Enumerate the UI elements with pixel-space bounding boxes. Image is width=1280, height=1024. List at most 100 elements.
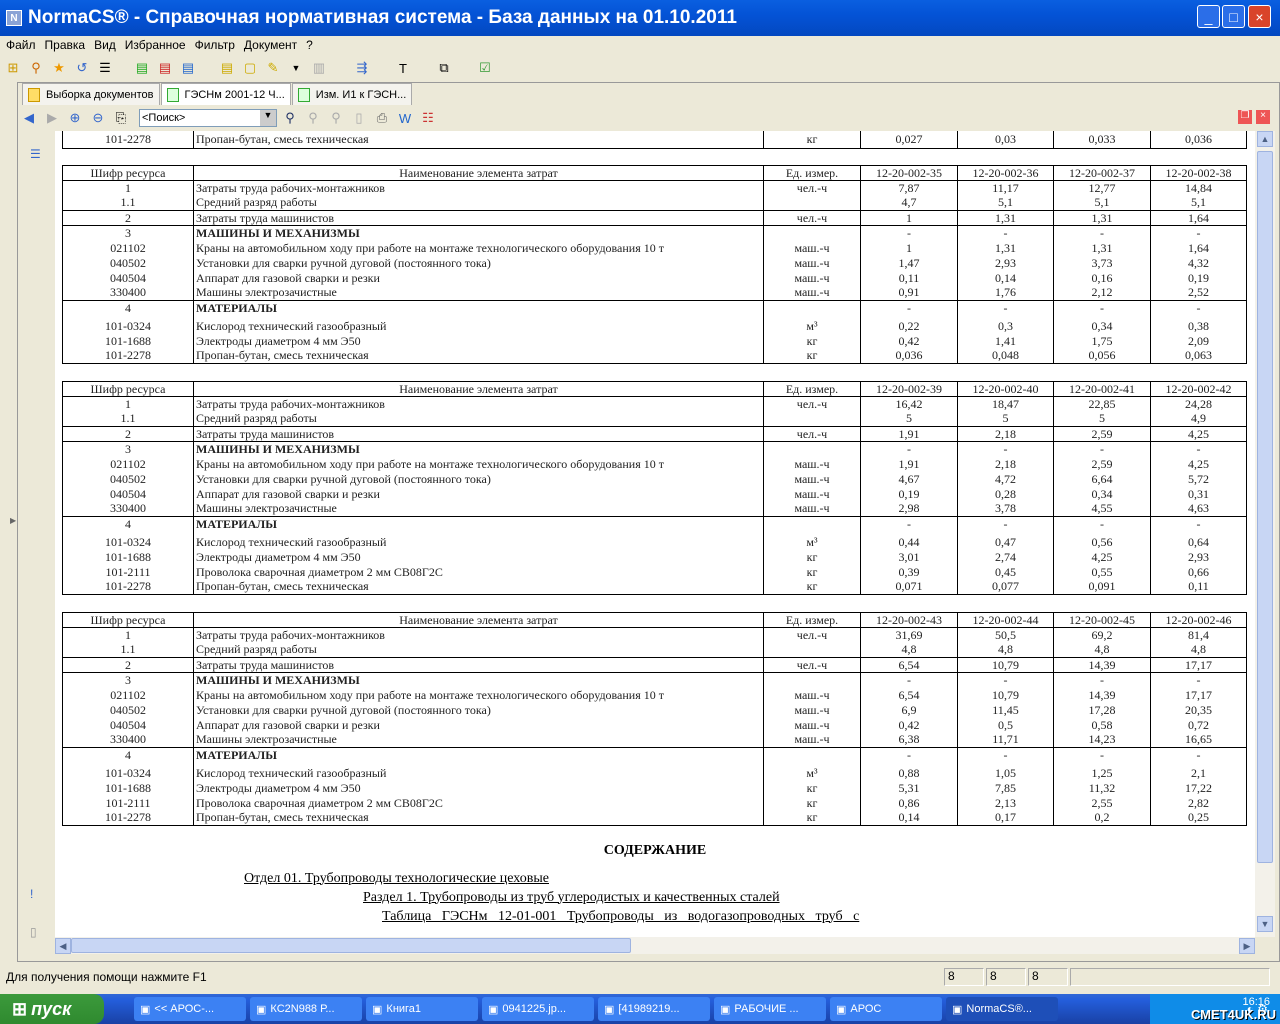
taskbar-button[interactable]: ▣ Книга1 <box>366 997 478 1021</box>
green-doc-icon[interactable]: ▤ <box>133 59 151 77</box>
compare-icon[interactable]: ⧉ <box>435 59 453 77</box>
toc-link-text[interactable]: Таблица ГЭСНм 12-01-001 Трубопроводы из … <box>382 909 859 924</box>
start-button[interactable]: ⊞ пуск <box>0 994 104 1024</box>
menu-edit[interactable]: Правка <box>45 38 86 52</box>
table-row: 1 Затраты труда рабочих-монтажников чел.-ч… <box>62 627 1247 642</box>
maximize-button[interactable]: □ <box>1222 5 1245 28</box>
left-gutter: ☰ ▶ ! ▯ <box>10 131 54 939</box>
tab-change-i1[interactable]: Изм. И1 к ГЭСН... <box>291 83 413 105</box>
restore-doc-icon[interactable]: ❐ <box>1238 110 1252 124</box>
horizontal-scrollbar[interactable]: ◀ ▶ <box>55 937 1255 954</box>
contents-icon[interactable]: ☰ <box>30 147 41 161</box>
copy-icon[interactable]: ▯ <box>350 109 368 127</box>
tab-document-selection[interactable]: Выборка документов <box>22 83 160 105</box>
doc-icon[interactable]: ▤ <box>218 59 236 77</box>
table-row: 1.1 Средний разряд работы 4,7 5,1 5,1 5,1 <box>62 195 1247 210</box>
text-icon[interactable]: T <box>394 59 412 77</box>
check-icon[interactable]: ☑ <box>476 59 494 77</box>
history-icon[interactable]: ↺ <box>73 59 91 77</box>
menu-filter[interactable]: Фильтр <box>195 38 235 52</box>
tree-icon[interactable]: ⊞ <box>4 59 22 77</box>
alert-icon[interactable]: ! <box>30 887 33 901</box>
toc-link-section[interactable]: Отдел 01. Трубопроводы технологические ц… <box>55 871 1255 890</box>
zoom-out-icon[interactable]: ⊖ <box>89 109 107 127</box>
word-export-icon[interactable]: W <box>396 109 414 127</box>
value: 0,45 <box>957 564 1054 579</box>
scroll-right-icon[interactable]: ▶ <box>1239 938 1255 954</box>
taskbar-button[interactable]: ▣ АРОС <box>830 997 942 1021</box>
status-text: Для получения помощи нажмите F1 <box>6 970 207 984</box>
find-prev-icon[interactable]: ⚲ <box>304 109 322 127</box>
expand-arrow-icon[interactable]: ▶ <box>10 516 16 525</box>
table-row: 2 Затраты труда машинистов чел.-ч 6,54 10,79… <box>62 656 1247 672</box>
menu-view[interactable]: Вид <box>94 38 116 52</box>
value: 0,11 <box>1150 579 1247 595</box>
close-button[interactable]: × <box>1248 5 1271 28</box>
toc-link-table[interactable]: Таблица ГЭСНм 12-01-001 Трубопроводы из … <box>55 909 1255 928</box>
resource-code: 2 <box>62 209 194 225</box>
tree-add-icon[interactable]: ⇶ <box>353 59 371 77</box>
scroll-down-icon[interactable]: ▼ <box>1257 916 1273 932</box>
red-doc-icon[interactable]: ▤ <box>156 59 174 77</box>
taskbar-button[interactable]: ▣ КС2N988 Р... <box>250 997 362 1021</box>
taskbar-button[interactable]: ▣ << АРОС-... <box>134 997 246 1021</box>
value: 0,19 <box>1150 270 1247 285</box>
taskbar-button[interactable]: ▣ РАБОЧИЕ ... <box>714 997 826 1021</box>
header-unit: Ед. измер. <box>763 611 861 628</box>
status-pane-empty <box>1070 968 1270 986</box>
print-icon[interactable]: ⎙ <box>373 109 391 127</box>
find-next-icon[interactable]: ⚲ <box>327 109 345 127</box>
menu-document[interactable]: Документ <box>244 38 297 52</box>
value: 1,75 <box>1053 333 1151 348</box>
zoom-in-icon[interactable]: ⊕ <box>66 109 84 127</box>
menu-favorites[interactable]: Избранное <box>125 38 186 52</box>
menu-file[interactable]: Файл <box>6 38 36 52</box>
unit: м³ <box>763 315 861 333</box>
table-row: 021102 Краны на автомобильном ходу при ра… <box>62 687 1247 702</box>
unit <box>763 440 861 456</box>
tab-gesnm[interactable]: ГЭСНм 2001-12 Ч... <box>160 83 291 105</box>
close-doc-icon[interactable]: × <box>1256 110 1270 124</box>
unit <box>763 299 861 315</box>
horizontal-scroll-thumb[interactable] <box>71 938 631 953</box>
minimize-button[interactable]: _ <box>1197 5 1220 28</box>
resource-code: 021102 <box>62 240 194 255</box>
value: 81,4 <box>1150 627 1247 642</box>
toc-link-text[interactable]: Раздел 1. Трубопроводы из труб углеродис… <box>363 890 780 905</box>
value: 0,071 <box>860 579 958 595</box>
pages-icon[interactable]: ▥ <box>310 59 328 77</box>
search-combobox[interactable]: <Поиск> ▼ <box>139 109 277 127</box>
value: 6,54 <box>860 656 958 672</box>
doc-edit-icon[interactable]: ✎ <box>264 59 282 77</box>
table-row: 1 Затраты труда рабочих-монтажников чел.-ч… <box>62 180 1247 195</box>
list-icon[interactable]: ☰ <box>96 59 114 77</box>
taskbar-button[interactable]: ▣ [41989219... <box>598 997 710 1021</box>
resource-table: Шифр ресурса Наименование элемента затрат… <box>55 611 1255 826</box>
blue-doc-icon[interactable]: ▤ <box>179 59 197 77</box>
star-icon[interactable]: ★ <box>50 59 68 77</box>
vertical-scroll-thumb[interactable] <box>1257 151 1273 863</box>
back-icon[interactable]: ◀ <box>20 109 38 127</box>
toc-link-subsection[interactable]: Раздел 1. Трубопроводы из труб углеродис… <box>55 890 1255 909</box>
value: 0,11 <box>860 270 958 285</box>
bookmark-icon[interactable]: ☷ <box>419 109 437 127</box>
binoculars-icon[interactable]: ⚲ <box>281 109 299 127</box>
header-norm-code: 12-20-002-38 <box>1150 164 1247 181</box>
scroll-up-icon[interactable]: ▲ <box>1257 131 1273 147</box>
forward-icon[interactable]: ▶ <box>43 109 61 127</box>
menu-help[interactable]: ? <box>306 38 313 52</box>
scroll-left-icon[interactable]: ◀ <box>55 938 71 954</box>
taskbar-button[interactable]: ▣ NormaCS®... <box>946 997 1058 1021</box>
toc-link-text[interactable]: Отдел 01. Трубопроводы технологические ц… <box>244 871 549 886</box>
value: 4,9 <box>1150 411 1247 426</box>
doc-copy-icon[interactable]: ▢ <box>241 59 259 77</box>
vertical-scrollbar[interactable]: ▲ ▼ <box>1255 131 1275 937</box>
value: 1,64 <box>1150 209 1247 225</box>
page-icon[interactable]: ▯ <box>30 925 37 939</box>
binoculars-icon[interactable]: ⚲ <box>27 59 45 77</box>
dropdown-arrow-icon[interactable]: ▼ <box>287 59 305 77</box>
resource-name: Пропан-бутан, смесь техническая <box>193 131 764 149</box>
chevron-down-icon[interactable]: ▼ <box>260 110 276 126</box>
find-doc-icon[interactable]: ⎘ <box>112 109 130 127</box>
taskbar-button[interactable]: ▣ 0941225.jp... <box>482 997 594 1021</box>
